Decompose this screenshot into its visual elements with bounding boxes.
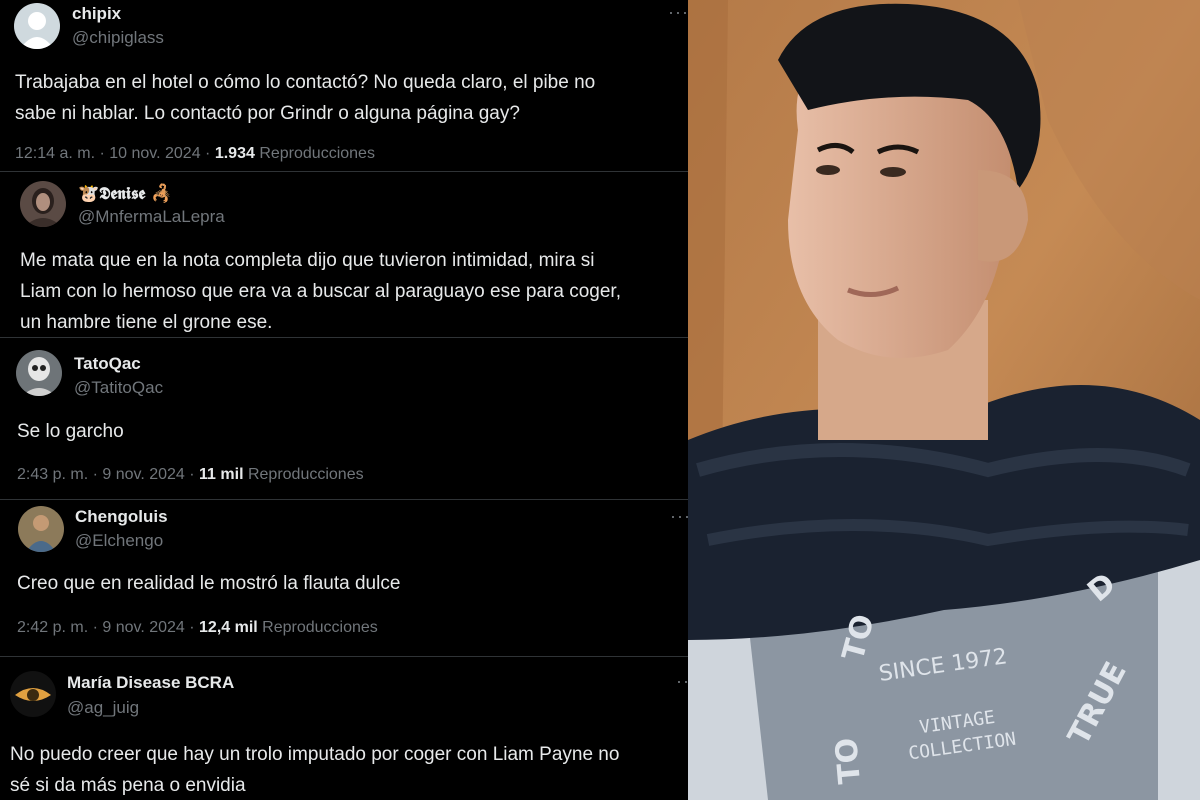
author-name[interactable]: chipix bbox=[72, 4, 121, 24]
view-count: 11 mil bbox=[199, 466, 244, 483]
tweet-text: Se lo garcho bbox=[17, 421, 124, 442]
author-handle[interactable]: @MnfermaLaLepra bbox=[78, 207, 225, 227]
tweet-card[interactable]: TatoQac @TatitoQac Se lo garcho 2:43 p. … bbox=[0, 337, 688, 500]
tweet-card[interactable]: 🐮𝕯𝖊𝖓𝖎𝖘𝖊 🦂 @MnfermaLaLepra Me mata que en… bbox=[0, 171, 688, 338]
author-handle[interactable]: @Elchengo bbox=[75, 531, 163, 551]
more-options-icon[interactable]: ··· bbox=[670, 506, 688, 527]
tweet-card[interactable]: chipix @chipiglass ··· Trabajaba en el h… bbox=[0, 0, 688, 170]
author-name[interactable]: Chengoluis bbox=[75, 507, 168, 527]
views-label: Reproducciones bbox=[257, 619, 378, 636]
view-count: 1.934 bbox=[214, 145, 255, 162]
more-options-icon[interactable]: ·· bbox=[676, 671, 688, 692]
shirt-print-text: TO bbox=[829, 736, 868, 785]
tweet-timestamp[interactable]: 2:42 p. m. · 9 nov. 2024 · bbox=[17, 619, 199, 636]
tweet-card[interactable]: María Disease BCRA @ag_juig ·· No puedo … bbox=[0, 656, 688, 800]
profile-photo-icon[interactable] bbox=[20, 181, 66, 227]
tweet-metadata: 2:43 p. m. · 9 nov. 2024 · 11 mil Reprod… bbox=[17, 466, 364, 484]
author-handle[interactable]: @chipiglass bbox=[72, 28, 164, 48]
tweet-text: No puedo creer que hay un trolo imputado… bbox=[10, 744, 620, 796]
tweet-timestamp[interactable]: 12:14 a. m. · 10 nov. 2024 · bbox=[15, 145, 215, 162]
default-avatar-icon[interactable] bbox=[14, 3, 60, 49]
tweet-metadata: 12:14 a. m. · 10 nov. 2024 · 1.934 Repro… bbox=[15, 145, 375, 163]
tweet-card[interactable]: Chengoluis @Elchengo ··· Creo que en rea… bbox=[0, 499, 688, 657]
views-label: Reproducciones bbox=[243, 466, 364, 483]
author-handle[interactable]: @ag_juig bbox=[67, 698, 139, 718]
views-label: Reproducciones bbox=[254, 145, 375, 162]
tweet-feed-screenshot: chipix @chipiglass ··· Trabajaba en el h… bbox=[0, 0, 688, 800]
tweet-text: Trabajaba en el hotel o cómo lo contactó… bbox=[15, 72, 596, 124]
author-handle[interactable]: @TatitoQac bbox=[74, 378, 163, 398]
man-portrait-photo: SINCE 1972 VINTAGE COLLECTION TRUE TO TO… bbox=[688, 0, 1200, 800]
profile-photo-icon[interactable] bbox=[18, 506, 64, 552]
author-name[interactable]: 🐮𝕯𝖊𝖓𝖎𝖘𝖊 🦂 bbox=[78, 184, 172, 204]
tweet-timestamp[interactable]: 2:43 p. m. · 9 nov. 2024 · bbox=[17, 466, 199, 483]
view-count: 12,4 mil bbox=[199, 619, 258, 636]
tweet-text: Creo que en realidad le mostró la flauta… bbox=[17, 573, 401, 594]
author-name[interactable]: María Disease BCRA bbox=[67, 673, 234, 693]
author-name[interactable]: TatoQac bbox=[74, 354, 141, 374]
eye-avatar-icon[interactable] bbox=[10, 671, 56, 717]
more-options-icon[interactable]: ··· bbox=[668, 2, 688, 23]
tweet-metadata: 2:42 p. m. · 9 nov. 2024 · 12,4 mil Repr… bbox=[17, 619, 378, 637]
skull-avatar-icon[interactable] bbox=[16, 350, 62, 396]
tweet-text: Me mata que en la nota completa dijo que… bbox=[20, 250, 621, 333]
